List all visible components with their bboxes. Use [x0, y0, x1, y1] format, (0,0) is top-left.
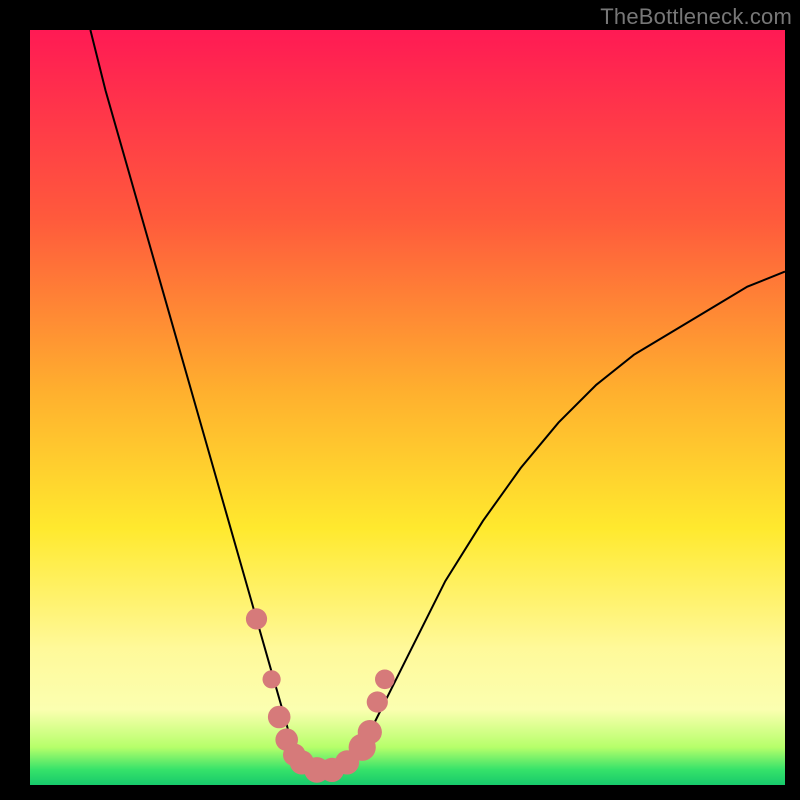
data-markers [246, 608, 395, 782]
data-marker [375, 670, 395, 690]
data-marker [358, 720, 382, 744]
bottleneck-curve [90, 30, 785, 770]
data-marker [367, 691, 388, 712]
chart-frame: TheBottleneck.com [0, 0, 800, 800]
data-marker [268, 706, 291, 729]
data-marker [263, 670, 281, 688]
curve-layer [30, 30, 785, 785]
plot-area [30, 30, 785, 785]
watermark-text: TheBottleneck.com [600, 4, 792, 30]
data-marker [246, 608, 267, 629]
